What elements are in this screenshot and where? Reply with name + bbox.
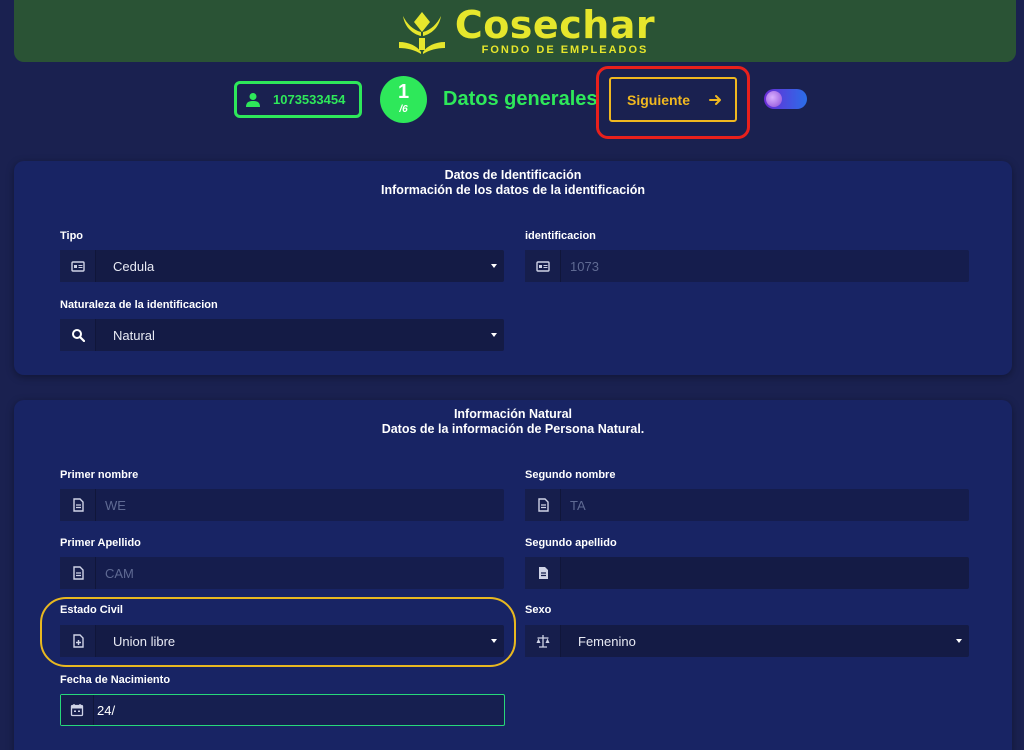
file-text-icon [525,557,561,589]
tipo-label: Tipo [60,230,84,242]
brand-text: Cosechar FONDO DE EMPLEADOS [455,6,655,56]
section-title: Datos generales [443,88,598,110]
identificacion-input[interactable]: 1073 [525,250,969,282]
segundo-nombre-input[interactable]: TA [525,489,969,521]
tipo-select[interactable]: Cedula [60,250,504,282]
wizard-header: 1073533454 1 /6 Datos generales Siguient… [0,62,1024,139]
chevron-down-icon [949,625,969,657]
naturaleza-label: Naturaleza de la identificacion [60,299,218,311]
naturaleza-value: Natural [113,327,155,343]
step-total: /6 [399,104,408,115]
fecha-nacimiento-input[interactable]: 24/ [60,694,505,726]
fecha-nacimiento-value: 24/ [97,702,116,718]
chevron-down-icon [484,625,504,657]
next-button-label: Siguiente [627,91,691,108]
step-current: 1 [397,81,410,103]
identificacion-label: identificacion [525,230,596,242]
identification-title: Datos de Identificación [444,168,582,182]
segundo-apellido-value [561,557,969,589]
estado-civil-label: Estado Civil [60,604,123,616]
identification-card: Datos de Identificación Información de l… [14,161,1012,375]
next-button[interactable]: Siguiente [609,77,737,122]
primer-nombre-label: Primer nombre [60,469,139,481]
tipo-value: Cedula [113,258,155,274]
chevron-down-icon [484,250,504,282]
brand-name: Cosechar [454,3,656,47]
user-id-text: 1073533454 [273,92,346,107]
primer-nombre-input[interactable]: WE [60,489,504,521]
estado-civil-value: Union libre [113,633,176,649]
brand-bar: Cosechar FONDO DE EMPLEADOS [14,0,1016,62]
step-indicator: 1 /6 [380,76,427,123]
fecha-nacimiento-label: Fecha de Nacimiento [60,674,171,686]
chevron-down-icon [484,319,504,351]
identificacion-value: 1073 [570,258,599,274]
primer-nombre-value: WE [105,497,126,513]
arrow-right-icon [709,94,721,105]
segundo-apellido-label: Segundo apellido [525,537,617,549]
file-text-icon [60,557,96,589]
id-card-icon [60,250,96,282]
natural-info-card-header: Información Natural Datos de la informac… [14,400,1012,437]
id-card-icon [525,250,561,282]
file-medical-icon [60,625,96,657]
primer-apellido-input[interactable]: CAM [60,557,504,589]
balance-scale-icon [525,625,561,657]
search-icon [60,319,96,351]
user-icon [246,92,260,107]
sexo-label: Sexo [525,604,552,616]
primer-apellido-label: Primer Apellido [60,537,141,549]
file-text-icon [60,489,96,521]
toggle-knob [766,91,782,107]
user-id-badge: 1073533454 [234,81,362,118]
brand-logo-group: Cosechar FONDO DE EMPLEADOS [395,6,655,56]
identification-subtitle: Información de los datos de la identific… [381,183,645,197]
natural-info-title: Información Natural [453,407,573,421]
naturaleza-select[interactable]: Natural [60,319,504,351]
segundo-nombre-label: Segundo nombre [525,469,616,481]
segundo-nombre-value: TA [570,497,586,513]
identification-card-header: Datos de Identificación Información de l… [14,161,1012,198]
estado-civil-select[interactable]: Union libre [60,625,504,657]
natural-info-card: Información Natural Datos de la informac… [14,400,1012,750]
sexo-select[interactable]: Femenino [525,625,969,657]
primer-apellido-value: CAM [105,565,134,581]
theme-toggle[interactable] [764,89,807,109]
tulip-logo-icon [398,12,445,54]
brand-subtitle: FONDO DE EMPLEADOS [481,44,649,56]
calendar-icon [61,695,94,725]
segundo-apellido-input[interactable] [525,557,969,589]
natural-info-subtitle: Datos de la información de Persona Natur… [381,422,645,436]
file-text-icon [525,489,561,521]
sexo-value: Femenino [578,633,636,649]
